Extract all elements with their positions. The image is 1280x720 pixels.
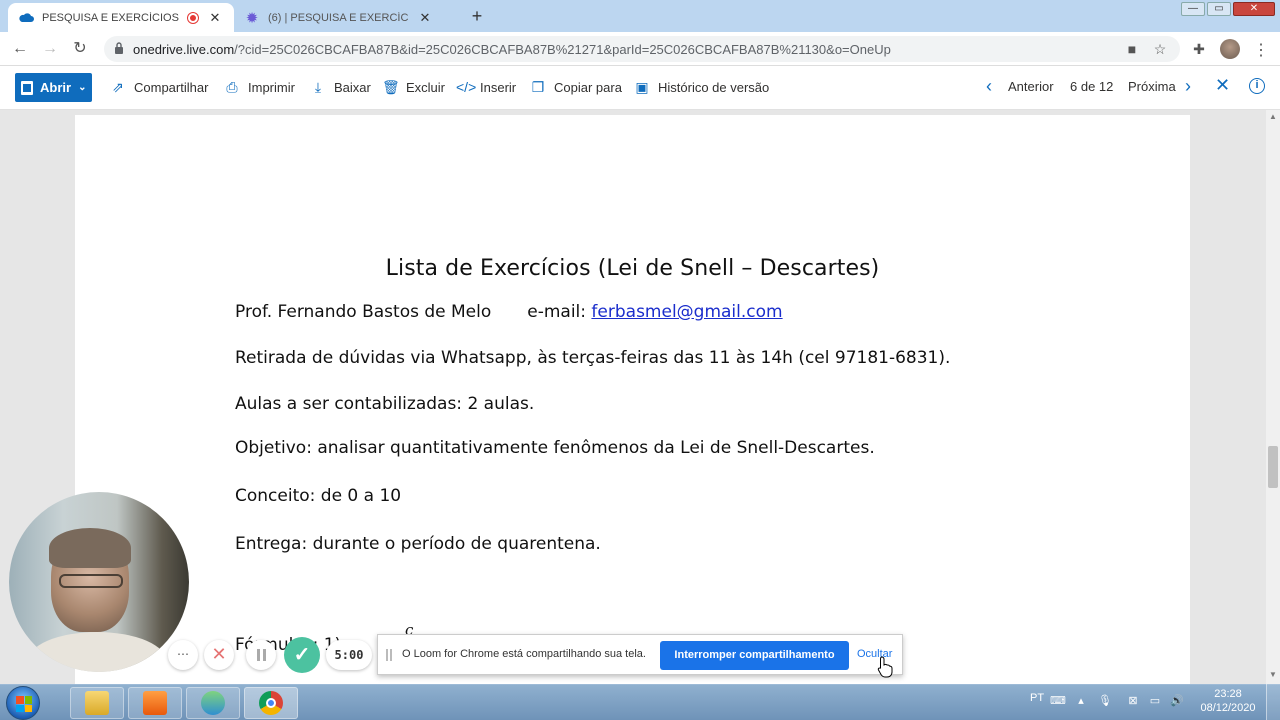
- delivery-line: Entrega: durante o período de quarentena…: [235, 534, 601, 554]
- new-tab-button[interactable]: +: [466, 6, 488, 28]
- browser-menu-icon[interactable]: ⋮: [1253, 40, 1269, 60]
- tab-onedrive[interactable]: PESQUISA E EXERCÍCIOS DO ✕: [8, 3, 234, 32]
- code-icon: </>: [456, 79, 477, 95]
- start-button[interactable]: [6, 686, 40, 720]
- extensions-puzzle-icon[interactable]: ✚: [1190, 40, 1208, 58]
- scrollbar-thumb[interactable]: [1268, 446, 1278, 488]
- taskbar-network-app[interactable]: [186, 687, 240, 719]
- microphone-icon[interactable]: 🎙: [1098, 694, 1112, 708]
- next-button[interactable]: Próxima: [1128, 79, 1176, 94]
- media-player-icon: [143, 691, 167, 715]
- scroll-up-icon[interactable]: ▲: [1269, 112, 1277, 121]
- word-doc-icon: [21, 80, 33, 95]
- taskbar-clock[interactable]: 23:28 08/12/2020: [1196, 687, 1260, 715]
- maximize-button[interactable]: ▭: [1207, 2, 1231, 16]
- embed-button[interactable]: </> Inserir: [456, 79, 516, 95]
- version-history-button[interactable]: ▣ Histórico de versão: [634, 79, 769, 95]
- taskbar-media-player[interactable]: [128, 687, 182, 719]
- email-link[interactable]: ferbasmel@gmail.com: [591, 302, 782, 322]
- taskbar-explorer[interactable]: [70, 687, 124, 719]
- share-status-text: O Loom for Chrome está compartilhando su…: [402, 648, 646, 660]
- trash-icon: 🗑: [382, 79, 400, 95]
- reload-button[interactable]: ↻: [70, 39, 90, 59]
- bookmark-star-icon[interactable]: ☆: [1152, 41, 1168, 57]
- delete-button[interactable]: 🗑 Excluir: [382, 79, 445, 95]
- chevron-right-icon[interactable]: ›: [1185, 76, 1191, 97]
- minimize-button[interactable]: —: [1181, 2, 1205, 16]
- close-tab-icon[interactable]: ✕: [208, 10, 222, 26]
- chevron-down-icon: ⌄: [78, 82, 87, 93]
- loom-timer: 5:00: [326, 640, 372, 670]
- chevron-up-icon[interactable]: ▴: [1074, 694, 1088, 708]
- close-window-button[interactable]: ✕: [1233, 2, 1275, 16]
- taskbar-chrome[interactable]: [244, 687, 298, 719]
- forward-button[interactable]: →: [40, 39, 60, 59]
- copy-to-button[interactable]: ❐ Copiar para: [530, 79, 622, 95]
- network-people-icon: [201, 691, 225, 715]
- onedrive-icon: [18, 10, 34, 26]
- stop-sharing-button[interactable]: Interromper compartilhamento: [660, 641, 849, 670]
- network-error-icon[interactable]: ⊠: [1126, 694, 1140, 708]
- scroll-down-icon[interactable]: ▼: [1269, 670, 1277, 679]
- browser-tab-strip: PESQUISA E EXERCÍCIOS DO ✕ ✹ (6) | PESQU…: [0, 0, 1280, 32]
- info-icon[interactable]: i: [1249, 78, 1265, 94]
- loom-pause-button[interactable]: [246, 640, 276, 670]
- printer-icon: ⎙: [226, 79, 238, 95]
- share-icon: ⇗: [112, 79, 124, 95]
- gear-icon: ✹: [245, 9, 259, 27]
- document-title: Lista de Exercícios (Lei de Snell – Desc…: [385, 256, 880, 281]
- back-button[interactable]: ←: [10, 39, 30, 59]
- address-bar[interactable]: onedrive.live.com/?cid=25C026CBCAFBA87B&…: [104, 36, 1180, 62]
- close-tab-icon[interactable]: ✕: [418, 10, 432, 26]
- chrome-icon: [259, 691, 283, 715]
- chevron-left-icon[interactable]: ‹: [986, 76, 992, 97]
- camera-icon[interactable]: ■: [1124, 41, 1140, 57]
- loom-finish-button[interactable]: ✓: [284, 637, 320, 673]
- doubts-line: Retirada de dúvidas via Whatsapp, às ter…: [235, 348, 951, 368]
- loom-more-button[interactable]: ⋯: [168, 640, 198, 670]
- previous-button[interactable]: Anterior: [1008, 79, 1054, 94]
- download-button[interactable]: ⤓ Baixar: [310, 79, 371, 95]
- clock-date: 08/12/2020: [1200, 702, 1256, 714]
- recording-indicator-icon: [188, 12, 198, 23]
- screen-share-notification: O Loom for Chrome está compartilhando su…: [377, 634, 903, 675]
- open-button[interactable]: Abrir ⌄: [15, 73, 92, 102]
- keyboard-icon[interactable]: ⌨: [1050, 694, 1066, 708]
- document-viewer[interactable]: Lista de Exercícios (Lei de Snell – Desc…: [0, 110, 1266, 684]
- language-indicator[interactable]: PT: [1030, 692, 1044, 704]
- drag-handle-icon[interactable]: [386, 649, 392, 661]
- objective-line: Objetivo: analisar quantitativamente fen…: [235, 438, 875, 458]
- classes-line: Aulas a ser contabilizadas: 2 aulas.: [235, 394, 535, 414]
- onedrive-command-bar: Abrir ⌄ ⇗ Compartilhar ⎙ Imprimir ⤓ Baixar …: [0, 66, 1280, 110]
- close-viewer-icon[interactable]: ✕: [1215, 75, 1230, 96]
- show-desktop-button[interactable]: [1266, 684, 1280, 720]
- display-icon[interactable]: ▭: [1148, 694, 1162, 708]
- hand-cursor-icon: [877, 656, 893, 678]
- speaker-icon[interactable]: 🔊: [1170, 694, 1184, 708]
- history-icon: ▣: [635, 79, 649, 95]
- windows-taskbar: [0, 684, 1280, 720]
- share-button[interactable]: ⇗ Compartilhar: [110, 79, 208, 95]
- tab-label: (6) | PESQUISA E EXERCÍCIOS DO: [268, 11, 408, 24]
- download-icon: ⤓: [314, 79, 322, 95]
- folder-icon: [85, 691, 109, 715]
- vertical-scrollbar[interactable]: ▲ ▼: [1266, 110, 1280, 684]
- lock-icon: [115, 42, 123, 54]
- professor-line: Prof. Fernando Bastos de Melo e-mail: fer…: [235, 302, 783, 322]
- page-indicator: 6 de 12: [1070, 79, 1114, 94]
- copy-icon: ❐: [531, 79, 545, 95]
- print-button[interactable]: ⎙ Imprimir: [224, 79, 295, 95]
- grade-line: Conceito: de 0 a 10: [235, 486, 402, 506]
- url-text: onedrive.live.com/?cid=25C026CBCAFBA87B&…: [133, 42, 891, 57]
- loom-webcam-bubble[interactable]: [9, 492, 189, 672]
- profile-avatar[interactable]: [1220, 39, 1240, 59]
- tab-label: PESQUISA E EXERCÍCIOS DO: [42, 11, 182, 24]
- document-page: Lista de Exercícios (Lei de Snell – Desc…: [75, 115, 1190, 684]
- browser-toolbar: ← → ↻ onedrive.live.com/?cid=25C026CBCAF…: [0, 32, 1280, 66]
- tab-second[interactable]: ✹ (6) | PESQUISA E EXERCÍCIOS DO ✕: [234, 3, 460, 32]
- clock-time: 23:28: [1214, 688, 1242, 700]
- loom-cancel-button[interactable]: ✕: [204, 640, 234, 670]
- windows-logo-icon: [16, 696, 32, 712]
